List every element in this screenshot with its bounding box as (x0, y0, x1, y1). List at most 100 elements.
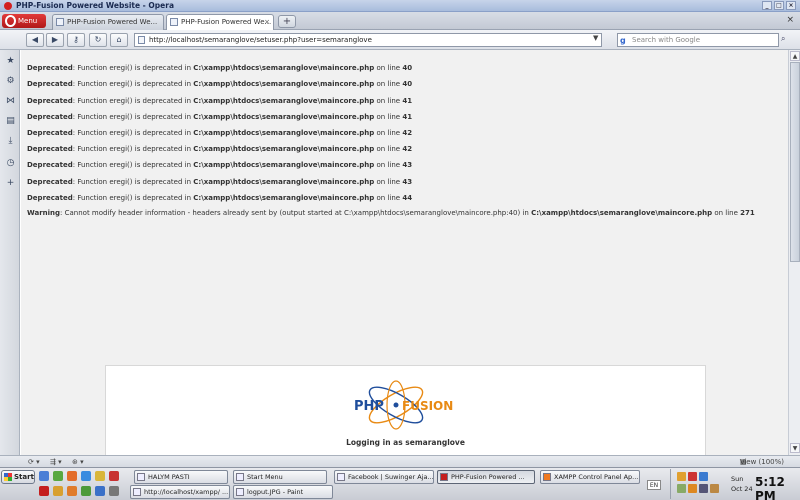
warning-message: Warning: Cannot modify header informatio… (27, 209, 755, 217)
opera-quick-icon[interactable] (39, 486, 49, 496)
error-line: Deprecated: Function eregi() is deprecat… (27, 113, 413, 121)
firefox-quick-icon[interactable] (67, 486, 77, 496)
tray-icon-6[interactable] (699, 484, 708, 493)
tray-icon-1[interactable] (677, 472, 686, 481)
windows-taskbar: Start HALYM PASTI Start Menu Facebook | … (0, 467, 800, 500)
home-icon: ⌂ (116, 35, 122, 44)
task-facebook[interactable]: Facebook | Suwinger Aja... (334, 470, 434, 484)
tray-icon-3[interactable] (699, 472, 708, 481)
tray-icon-2[interactable] (688, 472, 697, 481)
error-line: Deprecated: Function eregi() is deprecat… (27, 64, 413, 72)
minimize-button[interactable]: _ (762, 1, 772, 10)
firefox-icon[interactable] (67, 471, 77, 481)
google-icon: g (620, 36, 626, 45)
error-line: Deprecated: Function eregi() is deprecat… (27, 80, 413, 88)
unite-status-icon[interactable]: ⊛ ▾ (72, 457, 84, 467)
folder-icon[interactable] (95, 471, 105, 481)
vertical-scrollbar[interactable]: ▲ ▼ (788, 50, 800, 455)
volume-icon[interactable] (710, 484, 719, 493)
scroll-up-icon[interactable]: ▲ (790, 51, 800, 61)
folder-task-icon (137, 473, 145, 481)
error-line: Deprecated: Function eregi() is deprecat… (27, 97, 413, 105)
tray-icon-4[interactable] (677, 484, 686, 493)
window-controls: _ □ × (762, 0, 796, 10)
turbo-icon[interactable]: ⇶ ▾ (50, 457, 62, 467)
forward-button[interactable]: ▶ (46, 33, 64, 47)
ie-task-icon (133, 488, 141, 496)
task-php-fusion-opera[interactable]: PHP-Fusion Powered ... (437, 470, 535, 484)
reload-button[interactable]: ↻ (89, 33, 107, 47)
start-button[interactable]: Start (1, 470, 35, 484)
tab-close-icon[interactable]: × (264, 15, 270, 29)
tool-icon[interactable] (53, 486, 63, 496)
search-go-icon[interactable]: ⌕ (781, 34, 785, 44)
close-window-button[interactable]: × (786, 1, 796, 10)
new-tab-button[interactable]: + (278, 15, 296, 28)
logo-text-fusion: FUSION (402, 399, 453, 413)
zoom-level[interactable]: View (100%) (740, 457, 784, 467)
page-content: Deprecated: Function eregi() is deprecat… (21, 50, 788, 455)
notes-icon[interactable]: ▤ (5, 116, 16, 127)
language-indicator[interactable]: EN (647, 480, 661, 490)
history-icon[interactable]: ◷ (5, 158, 16, 169)
url-text: http://localhost/semaranglove/setuser.ph… (149, 36, 372, 44)
search-input[interactable]: g Search with Google (617, 33, 779, 47)
php-fusion-logo: PHP FUSION (354, 380, 453, 430)
opera-icon[interactable] (109, 471, 119, 481)
status-bar: ⟳ ▾ ⇶ ▾ ⊛ ▾ ▦ View (100%) (0, 455, 800, 467)
downloads-icon[interactable]: ⤓ (5, 136, 16, 147)
clock-date: Oct 24 (731, 485, 753, 493)
error-line: Deprecated: Function eregi() is deprecat… (27, 129, 413, 137)
task-localhost-xampp[interactable]: http://localhost/xampp/ ... (130, 485, 230, 499)
speed-dial-icon[interactable]: ⟳ ▾ (28, 457, 40, 467)
address-input[interactable]: http://localhost/semaranglove/setuser.ph… (134, 33, 602, 47)
task-start-menu[interactable]: Start Menu (233, 470, 327, 484)
add-panel-icon[interactable]: + (5, 178, 16, 189)
yahoo-icon[interactable] (81, 471, 91, 481)
logging-in-message: Logging in as semaranglove (346, 438, 465, 447)
address-toolbar: ◀ ▶ ⚷ ↻ ⌂ http://localhost/semaranglove/… (0, 30, 800, 50)
scroll-down-icon[interactable]: ▼ (790, 443, 800, 453)
clock-time[interactable]: 5:12 PM (755, 475, 798, 500)
folder-task-icon (236, 473, 244, 481)
side-panel-bar: ★ ⚙ ⋈ ▤ ⤓ ◷ + (0, 50, 20, 455)
task-halym-pasti[interactable]: HALYM PASTI (134, 470, 228, 484)
network-icon[interactable] (95, 486, 105, 496)
messenger-icon[interactable] (81, 486, 91, 496)
page-icon (138, 36, 145, 44)
media-icon[interactable] (53, 471, 63, 481)
error-line: Deprecated: Function eregi() is deprecat… (27, 194, 413, 202)
menu-label: Menu (18, 17, 38, 25)
logo-text-php: PHP (354, 399, 384, 414)
task-xampp[interactable]: XAMPP Control Panel Ap... (540, 470, 640, 484)
error-line: Deprecated: Function eregi() is deprecat… (27, 178, 413, 186)
back-button[interactable]: ◀ (26, 33, 44, 47)
opera-task-icon (440, 473, 448, 481)
bookmarks-icon[interactable]: ★ (5, 56, 16, 67)
url-dropdown-icon[interactable]: ▼ (593, 34, 598, 42)
login-panel: PHP FUSION Logging in as semaranglove (105, 365, 706, 455)
back-arrow-icon: ◀ (31, 35, 39, 44)
widgets-icon[interactable]: ⚙ (5, 76, 16, 87)
opera-menu-button[interactable]: Menu (2, 14, 46, 28)
settings-icon[interactable] (109, 486, 119, 496)
home-button[interactable]: ⌂ (110, 33, 128, 47)
tab-1[interactable]: PHP-Fusion Powered We... (52, 14, 164, 30)
close-tab-icon[interactable]: × (786, 15, 794, 25)
opera-logo-icon (5, 15, 16, 27)
error-line: Deprecated: Function eregi() is deprecat… (27, 145, 413, 153)
search-placeholder: Search with Google (632, 36, 701, 44)
wand-button[interactable]: ⚷ (67, 33, 85, 47)
tab-label: PHP-Fusion Powered We... (67, 18, 158, 26)
tab-2-active[interactable]: PHP-Fusion Powered We... × (166, 14, 274, 30)
unite-icon[interactable]: ⋈ (5, 96, 16, 107)
scroll-thumb[interactable] (790, 62, 800, 262)
page-favicon-icon (170, 18, 178, 26)
ie-icon[interactable] (39, 471, 49, 481)
maximize-button[interactable]: □ (774, 1, 784, 10)
task-paint[interactable]: logput.JPG - Paint (233, 485, 333, 499)
forward-arrow-icon: ▶ (51, 35, 59, 44)
windows-logo-icon (4, 473, 12, 481)
tray-icon-5[interactable] (688, 484, 697, 493)
reload-icon: ↻ (94, 35, 102, 44)
